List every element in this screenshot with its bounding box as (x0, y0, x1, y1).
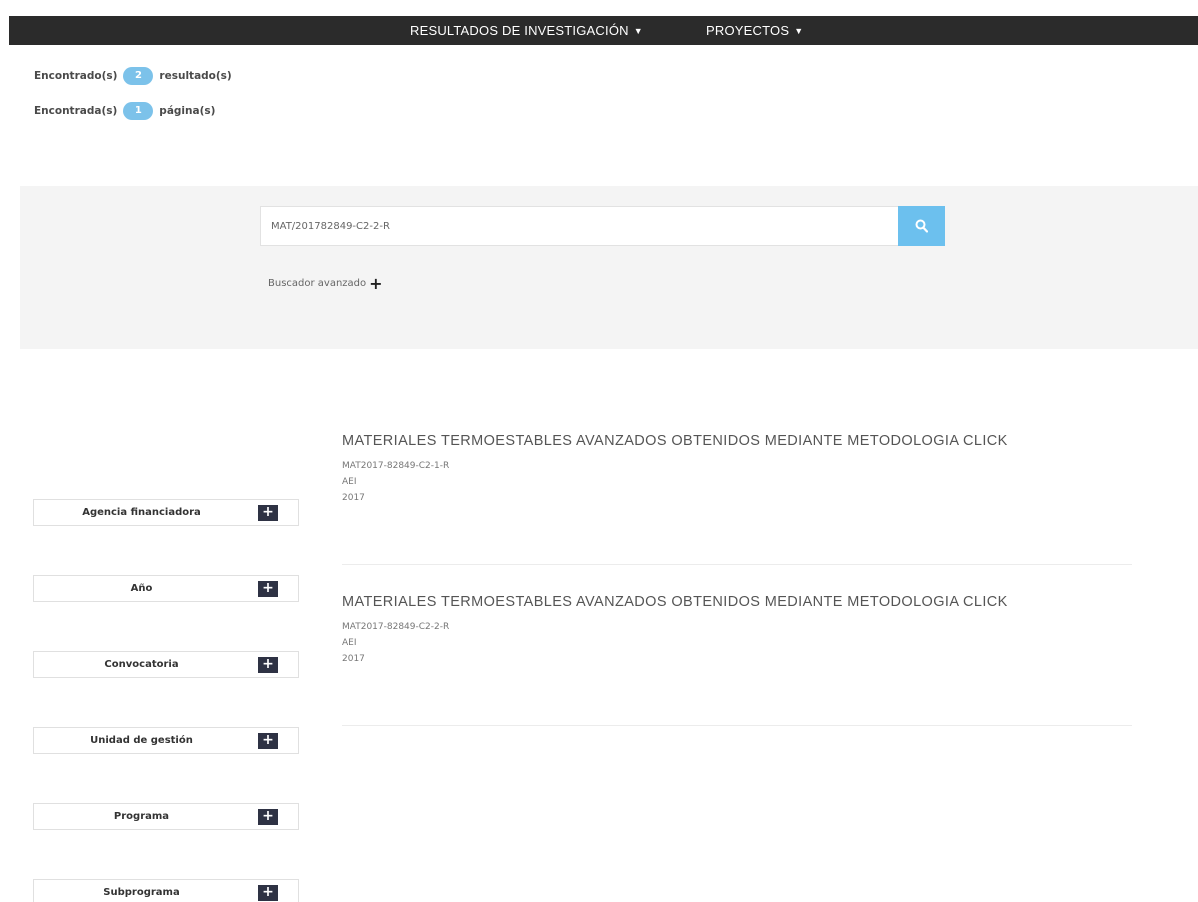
plus-icon[interactable]: + (258, 809, 278, 825)
filter-unidad-de-gestion[interactable]: Unidad de gestión + (33, 727, 299, 754)
result-year: 2017 (342, 654, 365, 664)
plus-icon[interactable]: + (258, 885, 278, 901)
nav-resultados-menu[interactable]: RESULTADOS DE INVESTIGACIÓN ▼ (410, 16, 643, 45)
plus-icon[interactable]: + (258, 581, 278, 597)
result-title[interactable]: MATERIALES TERMOESTABLES AVANZADOS OBTEN… (342, 594, 1132, 610)
search-button[interactable] (898, 206, 945, 246)
filter-subprograma[interactable]: Subprograma + (33, 879, 299, 902)
filter-label: Subprograma (103, 887, 180, 898)
results-count-prefix: Encontrado(s) (34, 70, 118, 82)
caret-down-icon: ▼ (633, 26, 643, 37)
result-year: 2017 (342, 493, 365, 503)
plus-icon[interactable]: + (258, 505, 278, 521)
plus-icon[interactable]: + (258, 733, 278, 749)
result-agency: AEI (342, 638, 357, 648)
plus-icon: + (369, 273, 383, 293)
result-item: MATERIALES TERMOESTABLES AVANZADOS OBTEN… (342, 594, 1132, 667)
nav-proyectos-label: PROYECTOS (706, 23, 790, 38)
result-code: MAT2017-82849-C2-1-R (342, 461, 450, 471)
filter-label: Año (130, 583, 153, 594)
results-count-badge: 2 (123, 67, 154, 85)
filter-programa[interactable]: Programa + (33, 803, 299, 830)
plus-icon[interactable]: + (258, 657, 278, 673)
search-panel: MAT/201782849-C2-2-R Buscador avanzado + (20, 186, 1198, 349)
result-title[interactable]: MATERIALES TERMOESTABLES AVANZADOS OBTEN… (342, 433, 1132, 449)
caret-down-icon: ▼ (794, 26, 804, 37)
filter-label: Unidad de gestión (90, 735, 193, 746)
result-divider (342, 564, 1132, 565)
search-input[interactable]: MAT/201782849-C2-2-R (260, 206, 898, 246)
filter-agencia-financiadora[interactable]: Agencia financiadora + (33, 499, 299, 526)
result-meta: MAT2017-82849-C2-1-R AEI 2017 (342, 458, 1132, 506)
pages-count: Encontrada(s) 1 página(s) (34, 101, 215, 121)
filter-ano[interactable]: Año + (33, 575, 299, 602)
result-item: MATERIALES TERMOESTABLES AVANZADOS OBTEN… (342, 433, 1132, 506)
pages-count-suffix: página(s) (159, 105, 216, 117)
result-code: MAT2017-82849-C2-2-R (342, 622, 450, 632)
filter-label: Convocatoria (104, 659, 179, 670)
filter-convocatoria[interactable]: Convocatoria + (33, 651, 299, 678)
result-agency: AEI (342, 477, 357, 487)
result-divider (342, 725, 1132, 726)
filter-label: Agencia financiadora (82, 507, 201, 518)
nav-resultados-label: RESULTADOS DE INVESTIGACIÓN (410, 23, 629, 38)
result-meta: MAT2017-82849-C2-2-R AEI 2017 (342, 619, 1132, 667)
advanced-search-toggle[interactable]: Buscador avanzado + (268, 273, 383, 293)
advanced-search-label: Buscador avanzado (268, 278, 367, 289)
results-count-suffix: resultado(s) (159, 70, 232, 82)
results-count: Encontrado(s) 2 resultado(s) (34, 66, 232, 86)
search-icon (915, 219, 928, 233)
filter-label: Programa (113, 811, 170, 822)
pages-count-badge: 1 (123, 102, 154, 120)
nav-proyectos-menu[interactable]: PROYECTOS ▼ (706, 16, 803, 45)
pages-count-prefix: Encontrada(s) (34, 105, 118, 117)
top-navbar: RESULTADOS DE INVESTIGACIÓN ▼ PROYECTOS ▼ (9, 16, 1198, 45)
